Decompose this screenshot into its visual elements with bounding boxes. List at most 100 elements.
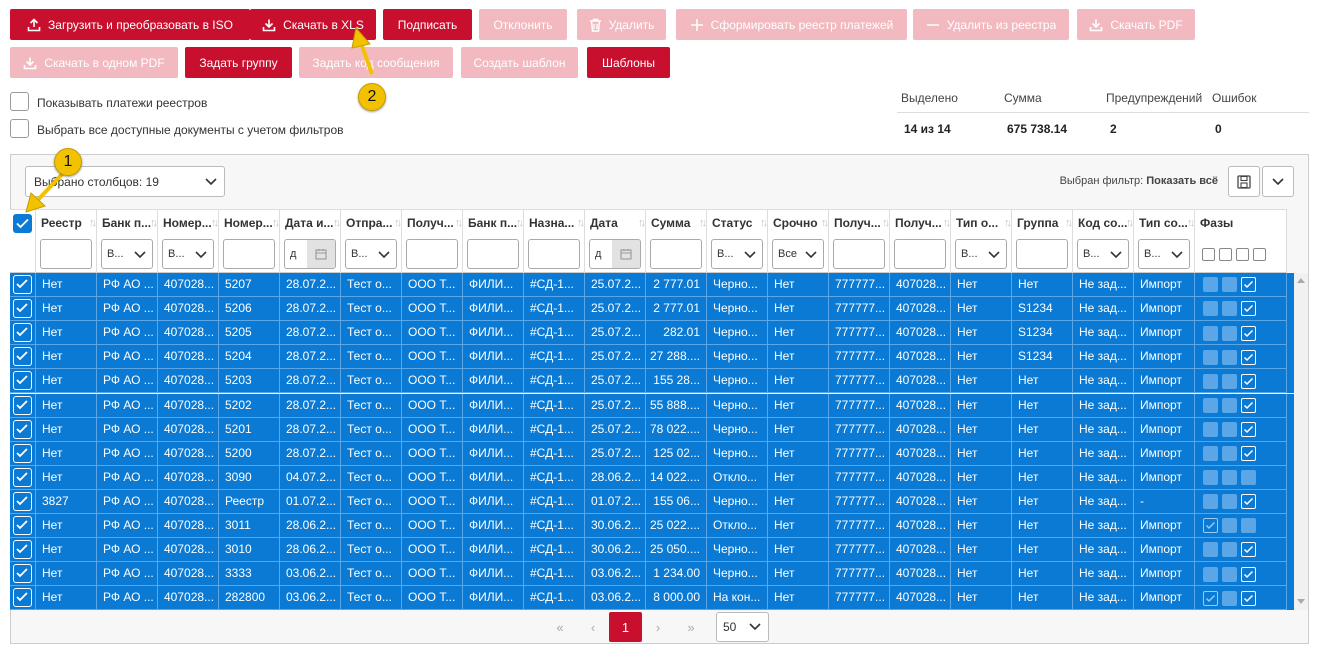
table-row[interactable]: Нет РФ АО ... 407028... 5204 28.07.2... Тест …	[10, 345, 1294, 370]
sort-icon[interactable]: ↑↓	[89, 217, 96, 229]
toolbar1-button-6[interactable]: Сформировать реестр платежей	[676, 9, 907, 40]
sort-icon[interactable]: ↑↓	[821, 217, 828, 229]
sort-icon[interactable]: ↑↓	[882, 217, 889, 229]
column-header-11[interactable]: Сумма ↑↓	[646, 209, 707, 236]
current-page-button[interactable]: 1	[609, 612, 642, 642]
toolbar1-button-7[interactable]: Удалить из реестра	[913, 9, 1069, 40]
column-header-3[interactable]: Номер... ↑↓	[158, 209, 219, 236]
row-checkbox[interactable]	[13, 588, 32, 608]
next-page-button[interactable]: ›	[645, 612, 671, 642]
scroll-down-icon[interactable]	[1297, 599, 1305, 604]
grid-options-dropdown[interactable]	[1262, 166, 1294, 197]
table-row[interactable]: Нет РФ АО ... 407028... 5203 28.07.2... Тест …	[10, 369, 1294, 394]
filter-select[interactable]: В...	[1138, 239, 1190, 269]
toolbar1-button-8[interactable]: Скачать PDF	[1077, 9, 1195, 40]
column-header-9[interactable]: Назна... ↑↓	[524, 209, 585, 236]
toolbar1-button-4[interactable]: Отклонить	[479, 9, 567, 40]
filter-input[interactable]	[223, 239, 275, 269]
sort-icon[interactable]: ↑↓	[1126, 217, 1133, 229]
phase-filter-checkbox[interactable]	[1202, 248, 1215, 261]
column-header-17[interactable]: Группа ↑↓	[1012, 209, 1073, 236]
filter-input[interactable]	[406, 239, 458, 269]
filter-input[interactable]	[467, 239, 519, 269]
filter-select[interactable]: В...	[162, 239, 214, 269]
sort-icon[interactable]: ↑↓	[699, 217, 706, 229]
show-registry-payments-checkbox[interactable]	[10, 92, 29, 111]
row-checkbox[interactable]	[13, 564, 32, 584]
column-header-8[interactable]: Банк п... ↑↓	[463, 209, 524, 236]
table-row[interactable]: Нет РФ АО ... 407028... 5207 28.07.2... Тест …	[10, 273, 1294, 297]
row-checkbox[interactable]	[13, 299, 32, 319]
scroll-up-icon[interactable]	[1297, 278, 1305, 283]
filter-input[interactable]	[650, 239, 702, 269]
sort-icon[interactable]: ↑↓	[1187, 217, 1194, 229]
sort-icon[interactable]: ↑↓	[760, 217, 767, 229]
toolbar2-button-5[interactable]: Шаблоны	[587, 47, 670, 78]
table-row[interactable]: Нет РФ АО ... 407028... 282800 03.06.2... Тес…	[10, 586, 1294, 611]
column-header-15[interactable]: Получ... ↑↓	[890, 209, 951, 236]
toolbar1-button-3[interactable]: Подписать	[383, 9, 472, 40]
sort-icon[interactable]: ↑↓	[1065, 217, 1072, 229]
column-header-12[interactable]: Статус ↑↓	[707, 209, 768, 236]
filter-input[interactable]	[40, 239, 92, 269]
row-checkbox[interactable]	[13, 347, 32, 367]
last-page-button[interactable]: »	[676, 612, 706, 642]
row-checkbox[interactable]	[13, 395, 32, 415]
table-row[interactable]: Нет РФ АО ... 407028... 5201 28.07.2... Тест …	[10, 417, 1294, 442]
table-row[interactable]: Нет РФ АО ... 407028... 3010 28.06.2... Тест …	[10, 538, 1294, 563]
phase-filter-checkbox[interactable]	[1253, 248, 1266, 261]
page-size-select[interactable]: 50	[716, 612, 769, 642]
table-row[interactable]: 3827 РФ АО ... 407028... Реестр 01.07.2... Те…	[10, 489, 1294, 514]
column-header-10[interactable]: Дата ↑↓	[585, 209, 646, 236]
column-header-20[interactable]: Фазы	[1195, 209, 1287, 236]
table-row[interactable]: Нет РФ АО ... 407028... 5206 28.07.2... Тест …	[10, 297, 1294, 322]
column-header-6[interactable]: Отпра... ↑↓	[341, 209, 402, 236]
sort-icon[interactable]: ↑↓	[333, 217, 340, 229]
row-checkbox[interactable]	[13, 275, 32, 294]
sort-icon[interactable]: ↑↓	[638, 217, 645, 229]
row-checkbox[interactable]	[13, 323, 32, 343]
toolbar1-button-1[interactable]: Загрузить и преобразовать в ISO	[10, 9, 250, 40]
filter-select[interactable]: В...	[345, 239, 397, 269]
sort-icon[interactable]: ↑↓	[516, 217, 523, 229]
toolbar2-button-2[interactable]: Задать группу	[185, 47, 292, 78]
row-checkbox[interactable]	[13, 491, 32, 511]
filter-input[interactable]	[894, 239, 946, 269]
filter-date-input[interactable]: д	[284, 239, 336, 269]
toolbar1-button-5[interactable]: Удалить	[577, 9, 666, 40]
sort-icon[interactable]: ↑↓	[394, 217, 401, 229]
table-row[interactable]: Нет РФ АО ... 407028... 5202 28.07.2... Тест …	[10, 393, 1294, 418]
sort-icon[interactable]: ↑↓	[211, 217, 218, 229]
column-header-19[interactable]: Тип со... ↑↓	[1134, 209, 1195, 236]
toolbar2-button-1[interactable]: Скачать в одном PDF	[10, 47, 178, 78]
row-checkbox[interactable]	[13, 467, 32, 487]
filter-input[interactable]	[1016, 239, 1068, 269]
sort-icon[interactable]: ↑↓	[150, 217, 157, 229]
column-header-16[interactable]: Тип о... ↑↓	[951, 209, 1012, 236]
sort-icon[interactable]: ↑↓	[577, 217, 584, 229]
row-checkbox[interactable]	[13, 371, 32, 391]
sort-icon[interactable]: ↑↓	[455, 217, 462, 229]
column-header-14[interactable]: Получ... ↑↓	[829, 209, 890, 236]
calendar-icon[interactable]	[612, 240, 640, 268]
filter-input[interactable]	[528, 239, 580, 269]
select-all-filtered-checkbox[interactable]	[10, 119, 29, 138]
phase-filter-checkbox[interactable]	[1219, 248, 1232, 261]
table-row[interactable]: Нет РФ АО ... 407028... 5200 28.07.2... Тест …	[10, 441, 1294, 466]
toolbar2-button-4[interactable]: Создать шаблон	[461, 47, 578, 78]
sort-icon[interactable]: ↑↓	[1004, 217, 1011, 229]
filter-select[interactable]: В...	[101, 239, 153, 269]
row-checkbox[interactable]	[13, 443, 32, 463]
table-row[interactable]: Нет РФ АО ... 407028... 3090 04.07.2... Тест …	[10, 465, 1294, 490]
filter-select[interactable]: Все	[772, 239, 824, 269]
table-row[interactable]: Нет РФ АО ... 407028... 3011 28.06.2... Тест …	[10, 514, 1294, 538]
calendar-icon[interactable]	[307, 240, 335, 268]
save-view-button[interactable]	[1228, 166, 1260, 197]
filter-select[interactable]: В...	[711, 239, 763, 269]
row-checkbox[interactable]	[13, 540, 32, 560]
sort-icon[interactable]: ↑↓	[943, 217, 950, 229]
filter-input[interactable]	[833, 239, 885, 269]
column-header-7[interactable]: Получ... ↑↓	[402, 209, 463, 236]
column-header-13[interactable]: Срочно ↑↓	[768, 209, 829, 236]
filter-select[interactable]: В...	[955, 239, 1007, 269]
